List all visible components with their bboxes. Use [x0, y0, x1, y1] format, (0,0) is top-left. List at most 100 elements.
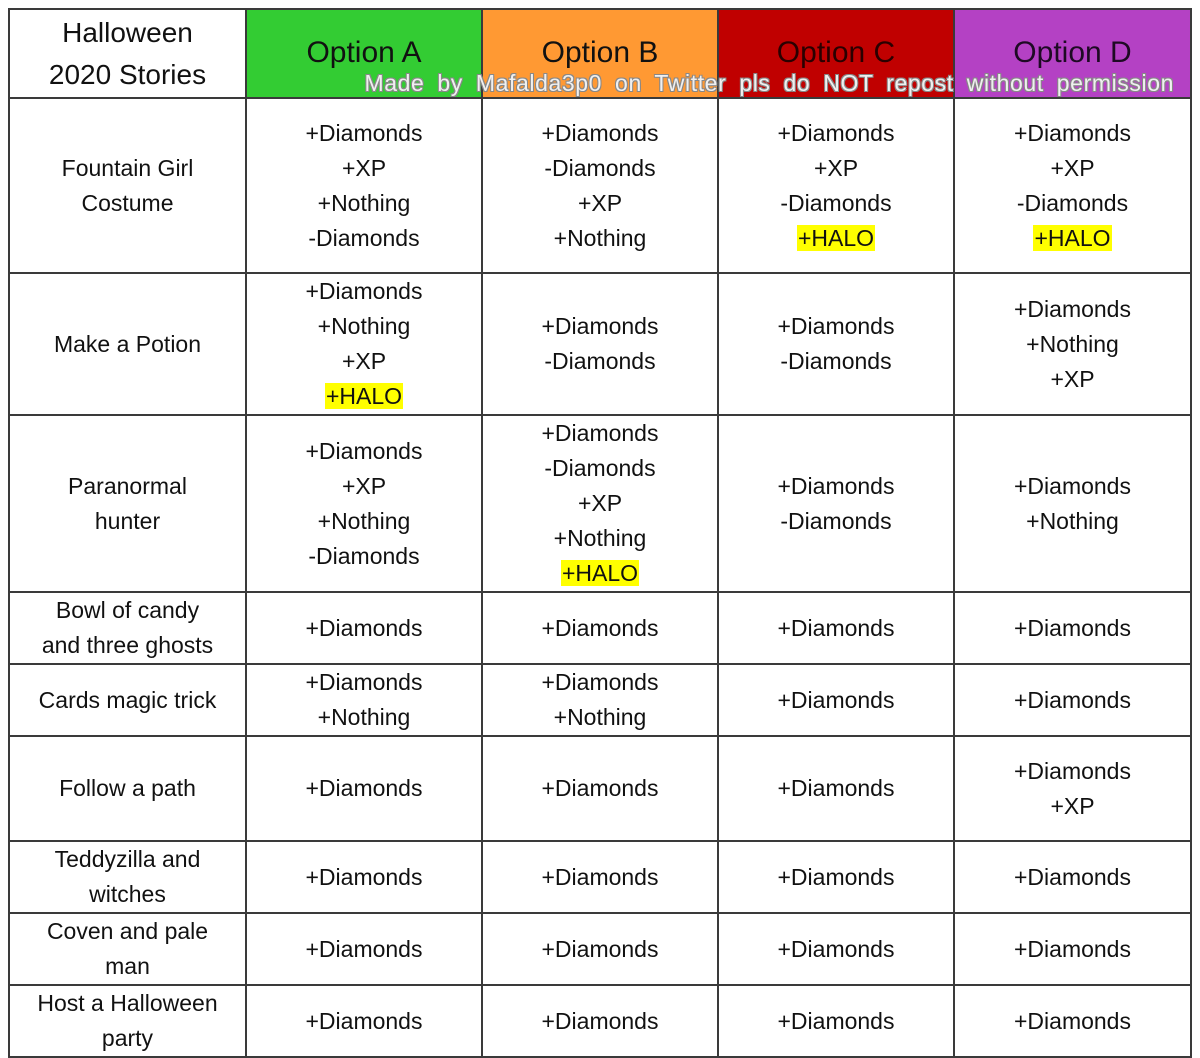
- reward-item: +Diamonds: [955, 754, 1190, 789]
- reward-text: +Diamonds: [305, 935, 423, 962]
- table-row: Teddyzilla and witches +Diamonds +Diamonds +…: [8, 840, 1192, 914]
- reward-text: +Diamonds: [1014, 295, 1131, 322]
- reward-text: +Diamonds: [1014, 614, 1131, 641]
- reward-text: +Diamonds: [305, 278, 423, 304]
- story-name: Bowl of candy and three ghosts: [8, 591, 247, 665]
- story-name-line: Coven and pale: [46, 918, 209, 944]
- option-d-cell: +Diamonds: [953, 840, 1192, 914]
- option-d-cell: +Diamonds +Nothing +XP: [953, 272, 1192, 416]
- reward-text: +XP: [1050, 365, 1095, 392]
- option-b-cell: +Diamonds: [481, 984, 719, 1058]
- story-name-line: Teddyzilla and: [54, 846, 201, 872]
- reward-item: +Diamonds: [483, 611, 717, 646]
- reward-item: -Diamonds: [719, 344, 953, 379]
- reward-text: +Diamonds: [541, 775, 659, 801]
- reward-text: +XP: [341, 154, 387, 181]
- reward-item: +Diamonds: [247, 860, 481, 895]
- option-d-cell: +Diamonds +Nothing: [953, 414, 1192, 593]
- reward-item: +Diamonds: [483, 771, 717, 806]
- reward-item: +Diamonds: [247, 434, 481, 469]
- reward-text: +Diamonds: [541, 420, 659, 446]
- reward-item: +Diamonds: [955, 683, 1190, 718]
- reward-item: +Nothing: [483, 521, 717, 556]
- reward-item: -Diamonds: [483, 344, 717, 379]
- reward-item: +Diamonds: [483, 860, 717, 895]
- reward-text: +Nothing: [553, 525, 647, 551]
- reward-item: +Nothing: [955, 327, 1190, 362]
- reward-text: +Diamonds: [305, 1007, 423, 1034]
- option-b-cell: +Diamonds -Diamonds: [481, 272, 719, 416]
- reward-text: +Nothing: [317, 704, 411, 730]
- reward-text: +Diamonds: [541, 1007, 659, 1034]
- reward-item: +Diamonds: [483, 932, 717, 967]
- option-b-cell: +Diamonds -Diamonds +XP +Nothing: [481, 97, 719, 274]
- story-name-line: Make a Potion: [53, 330, 202, 357]
- option-c-cell: +Diamonds: [717, 840, 955, 914]
- reward-text: +XP: [577, 490, 623, 516]
- reward-item: -Diamonds: [483, 151, 717, 186]
- reward-item: +Nothing: [247, 504, 481, 539]
- option-d-header: Option D: [953, 8, 1192, 99]
- reward-item: +Nothing: [483, 700, 717, 735]
- reward-text: +Diamonds: [777, 313, 895, 339]
- reward-text: +Diamonds: [777, 119, 895, 146]
- reward-item: +Diamonds: [483, 309, 717, 344]
- option-b-cell: +Diamonds: [481, 912, 719, 986]
- reward-text: +Diamonds: [777, 935, 895, 962]
- reward-text: +Diamonds: [1014, 472, 1131, 499]
- option-a-cell: +Diamonds: [245, 984, 483, 1058]
- reward-text: +Nothing: [317, 507, 411, 534]
- reward-item: +Diamonds: [719, 860, 953, 895]
- option-a-cell: +Diamonds +XP +Nothing -Diamonds: [245, 414, 483, 593]
- option-a-header: Option A: [245, 8, 483, 99]
- option-c-cell: +Diamonds: [717, 735, 955, 842]
- story-name: Host a Halloween party: [8, 984, 247, 1058]
- reward-item: -Diamonds: [247, 221, 481, 256]
- reward-item: +XP: [955, 151, 1190, 186]
- reward-text: +XP: [1050, 792, 1095, 819]
- reward-item: +XP: [247, 344, 481, 379]
- reward-item: +Diamonds: [247, 611, 481, 646]
- reward-item: +HALO: [719, 221, 953, 256]
- header-row: Halloween 2020 Stories Option A Option B…: [8, 8, 1192, 99]
- reward-text: +XP: [341, 472, 387, 499]
- option-a-cell: +Diamonds: [245, 591, 483, 665]
- reward-item: +Diamonds: [247, 932, 481, 967]
- halo-highlight: +HALO: [796, 224, 876, 251]
- halo-highlight: +HALO: [324, 383, 404, 409]
- halo-highlight: +HALO: [560, 560, 640, 586]
- reward-text: +XP: [813, 154, 859, 181]
- option-a-cell: +Diamonds: [245, 735, 483, 842]
- reward-item: +Nothing: [247, 186, 481, 221]
- reward-item: +Diamonds: [719, 116, 953, 151]
- reward-item: +Diamonds: [955, 932, 1190, 967]
- reward-item: +Diamonds: [247, 771, 481, 806]
- page-edge-mark: [8, 1047, 10, 1055]
- reward-item: +Nothing: [483, 221, 717, 256]
- story-name-line: Costume: [81, 189, 174, 216]
- reward-item: +Diamonds: [483, 665, 717, 700]
- reward-item: +HALO: [247, 379, 481, 414]
- reward-item: +Diamonds: [247, 274, 481, 309]
- reward-text: -Diamonds: [1016, 189, 1129, 216]
- option-b-cell: +Diamonds: [481, 591, 719, 665]
- option-c-header: Option C: [717, 8, 955, 99]
- story-name-line: and three ghosts: [41, 632, 214, 658]
- reward-text: +Diamonds: [541, 313, 659, 339]
- reward-item: +Nothing: [247, 309, 481, 344]
- story-name-line: witches: [89, 881, 166, 907]
- reward-item: +XP: [247, 151, 481, 186]
- story-name: Follow a path: [8, 735, 247, 842]
- option-d-cell: +Diamonds: [953, 591, 1192, 665]
- reward-item: +Diamonds: [719, 771, 953, 806]
- option-c-cell: +Diamonds: [717, 912, 955, 986]
- reward-text: +Diamonds: [1014, 686, 1131, 713]
- reward-text: +Diamonds: [777, 775, 895, 801]
- option-a-cell: +Diamonds +XP +Nothing -Diamonds: [245, 97, 483, 274]
- reward-item: +Diamonds: [719, 611, 953, 646]
- reward-item: +Diamonds: [719, 469, 953, 504]
- reward-item: +Diamonds: [955, 860, 1190, 895]
- title-line: 2020 Stories: [48, 58, 207, 90]
- reward-item: +Diamonds: [483, 1004, 717, 1039]
- story-name: Coven and pale man: [8, 912, 247, 986]
